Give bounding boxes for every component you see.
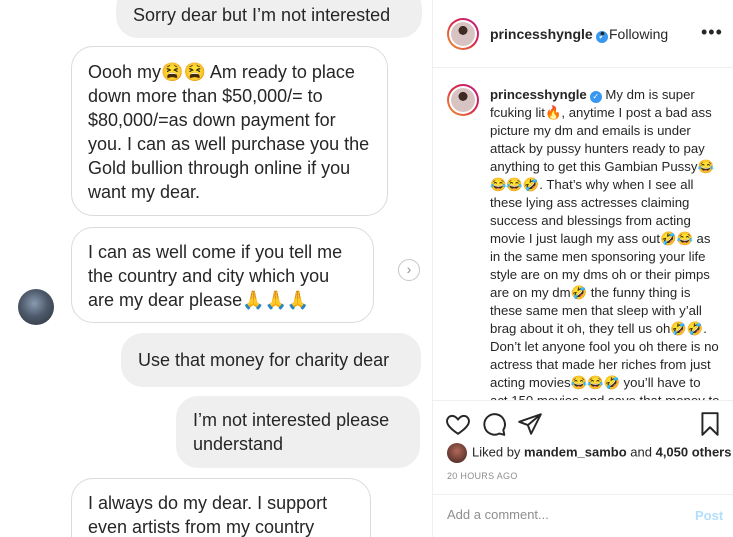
verified-badge-icon: ✓ bbox=[589, 91, 602, 103]
message-bubble-received: I always do my dear. I support even arti… bbox=[71, 478, 371, 537]
comment-input[interactable] bbox=[447, 507, 677, 522]
liker-username[interactable]: mandem_sambo bbox=[524, 444, 627, 459]
likes-summary: Liked by mandem_sambo and 4,050 others bbox=[447, 443, 732, 463]
message-bubble-sent: Sorry dear but I’m not interested bbox=[116, 0, 422, 38]
message-bubble-sent: I’m not interested please understand bbox=[176, 396, 420, 468]
username-text[interactable]: princesshyngle bbox=[490, 26, 593, 42]
message-bubble-received: I can as well come if you tell me the co… bbox=[71, 227, 374, 323]
message-text: I can as well come if you tell me the co… bbox=[88, 242, 343, 310]
post-actions bbox=[433, 400, 733, 448]
caption-text: My dm is super fcuking lit🔥, anytime I p… bbox=[490, 87, 719, 400]
avatar[interactable] bbox=[447, 18, 479, 50]
message-text: Use that money for charity dear bbox=[138, 350, 390, 370]
post-comment-button[interactable]: Post bbox=[695, 508, 723, 523]
more-dots-icon[interactable]: ••• bbox=[701, 22, 723, 43]
following-button[interactable]: Following bbox=[609, 26, 668, 42]
caption-username[interactable]: princesshyngle bbox=[490, 87, 587, 102]
comment-icon[interactable] bbox=[481, 411, 507, 437]
sender-avatar bbox=[18, 289, 54, 325]
post-caption: princesshyngle ✓ My dm is super fcuking l… bbox=[490, 86, 720, 400]
chevron-right-icon[interactable]: › bbox=[398, 259, 420, 281]
message-bubble-received: Oooh my😫😫 Am ready to place down more th… bbox=[71, 46, 388, 216]
avatar[interactable] bbox=[447, 84, 479, 116]
heart-icon[interactable] bbox=[445, 411, 471, 437]
bookmark-icon[interactable] bbox=[697, 411, 723, 437]
likes-count[interactable]: 4,050 others bbox=[656, 444, 732, 459]
dm-conversation: Sorry dear but I’m not interested Oooh m… bbox=[0, 0, 432, 537]
likes-joiner: and bbox=[630, 444, 652, 460]
message-text: I always do my dear. I support even arti… bbox=[88, 493, 328, 537]
caption-area: princesshyngle ✓ My dm is super fcuking l… bbox=[433, 68, 733, 400]
message-text: Sorry dear but I’m not interested bbox=[133, 5, 391, 25]
post-header: princesshyngle ✓ • Following ••• bbox=[433, 0, 733, 68]
header-username[interactable]: princesshyngle ✓ bbox=[490, 26, 608, 43]
likes-prefix: Liked by bbox=[472, 444, 521, 460]
message-bubble-sent: Use that money for charity dear bbox=[121, 333, 421, 387]
post-timestamp[interactable]: 20 HOURS AGO bbox=[447, 471, 518, 481]
separator-dot: • bbox=[600, 25, 605, 41]
share-icon[interactable] bbox=[517, 411, 543, 437]
comment-box: Post bbox=[433, 494, 733, 537]
message-text: Oooh my😫😫 Am ready to place down more th… bbox=[88, 62, 370, 202]
post-panel: princesshyngle ✓ • Following ••• princess… bbox=[432, 0, 733, 537]
message-text: I’m not interested please understand bbox=[193, 410, 390, 454]
liker-avatar[interactable] bbox=[447, 443, 467, 463]
